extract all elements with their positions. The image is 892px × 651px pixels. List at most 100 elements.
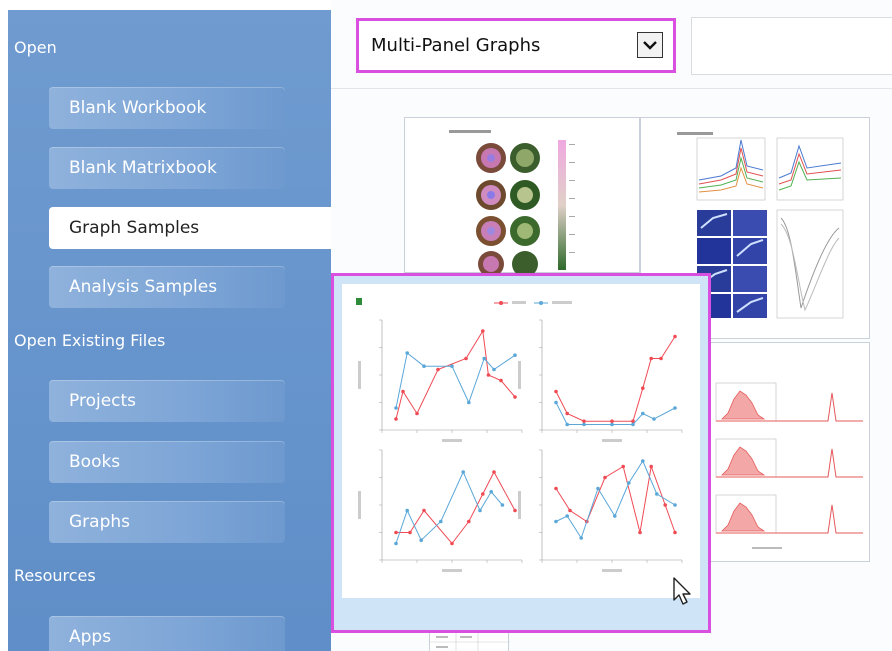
preview-legend-marker	[539, 301, 543, 305]
section-title-resources: Resources	[14, 566, 96, 585]
preview-series-marker	[610, 419, 614, 423]
preview-series-marker	[422, 364, 426, 368]
preview-series-marker	[554, 486, 558, 491]
preview-series-marker	[641, 459, 645, 463]
preview-series-line	[555, 459, 676, 540]
preview-series-marker	[641, 386, 645, 390]
preview-series-marker	[610, 422, 614, 427]
divider	[331, 88, 892, 89]
preview-series-marker	[394, 541, 398, 546]
preview-series-marker	[565, 514, 569, 518]
sample-thumbnail-polar[interactable]	[404, 117, 640, 277]
nav-graphs-button[interactable]: Graphs	[49, 501, 285, 543]
preview-ylabel-bar	[358, 491, 361, 519]
preview-series-marker	[461, 470, 465, 474]
preview-series-marker	[649, 464, 653, 469]
preview-series-marker	[482, 356, 486, 361]
preview-xlabel-bar	[602, 569, 622, 572]
preview-series-marker	[422, 508, 426, 513]
nav-analysis-samples-button[interactable]: Analysis Samples	[49, 266, 285, 308]
preview-series-marker	[641, 411, 645, 416]
preview-series-marker	[652, 417, 656, 421]
sample-preview-canvas	[342, 284, 700, 598]
preview-series-marker	[554, 389, 558, 394]
preview-series-marker	[450, 541, 454, 546]
preview-series-marker	[579, 536, 583, 540]
preview-series-marker	[513, 508, 517, 513]
preview-series-marker	[649, 356, 653, 361]
preview-series-line	[395, 352, 516, 409]
preview-series-marker	[568, 508, 572, 513]
preview-series-marker	[478, 508, 482, 513]
preview-series-marker	[408, 530, 412, 535]
preview-series-marker	[663, 503, 667, 507]
preview-series-marker	[627, 481, 631, 485]
preview-series-marker	[439, 519, 443, 524]
preview-marker-icon	[356, 298, 362, 305]
preview-series-marker	[492, 470, 496, 474]
section-title-open: Open	[14, 38, 57, 57]
sidebar: Open Blank Workbook Blank Matrixbook Gra…	[8, 10, 339, 651]
section-title-open-existing: Open Existing Files	[14, 331, 166, 350]
preview-series-marker	[659, 356, 663, 361]
preview-series-marker	[394, 530, 398, 535]
preview-series-marker	[415, 411, 419, 416]
preview-ylabel-bar	[518, 361, 521, 389]
preview-series-marker	[673, 406, 677, 410]
preview-series-marker	[638, 530, 642, 535]
preview-series-marker	[513, 395, 517, 399]
nav-blank-matrixbook-button[interactable]: Blank Matrixbook	[49, 147, 285, 189]
preview-series-marker	[467, 400, 471, 405]
preview-series-line	[555, 336, 676, 422]
preview-xlabel-bar	[442, 439, 462, 442]
table-thumbnail-image	[430, 633, 510, 651]
preview-series-marker	[405, 508, 409, 513]
category-dropdown[interactable]: Multi-Panel Graphs	[356, 18, 676, 73]
preview-series-marker	[554, 400, 558, 405]
preview-series-marker	[565, 411, 569, 416]
preview-series-marker	[621, 464, 625, 469]
preview-series-marker	[499, 378, 503, 383]
preview-ylabel-bar	[358, 361, 361, 389]
preview-legend-text-bar	[552, 301, 572, 304]
preview-series-marker	[467, 519, 471, 524]
preview-series-marker	[489, 490, 493, 494]
category-dropdown-value: Multi-Panel Graphs	[371, 35, 541, 56]
search-input[interactable]	[691, 17, 892, 75]
preview-xlabel-bar	[602, 439, 622, 442]
chevron-down-icon[interactable]	[637, 32, 663, 58]
nav-apps-button[interactable]: Apps	[49, 616, 285, 651]
preview-series-marker	[500, 503, 505, 507]
preview-legend-text-bar	[512, 301, 526, 304]
preview-series-marker	[565, 422, 569, 427]
preview-series-marker	[673, 334, 677, 339]
preview-series-marker	[481, 329, 485, 333]
preview-series-marker	[436, 367, 440, 372]
preview-series-marker	[394, 417, 398, 421]
polar-contour-thumbnail-image	[449, 130, 575, 277]
preview-ylabel-bar	[518, 491, 521, 519]
preview-series-marker	[394, 406, 398, 410]
preview-series-line	[555, 464, 676, 533]
preview-series-marker	[655, 492, 659, 496]
preview-series-marker	[450, 364, 454, 368]
preview-series-marker	[673, 530, 677, 535]
sample-preview-popup[interactable]	[331, 273, 711, 633]
preview-series-marker	[486, 373, 491, 377]
preview-series-marker	[596, 486, 600, 491]
preview-series-marker	[582, 422, 586, 427]
preview-series-marker	[492, 367, 496, 372]
preview-series-marker	[513, 353, 517, 357]
sample-thumbnail-table[interactable]	[429, 632, 510, 651]
mouse-cursor-icon	[673, 577, 691, 605]
nav-books-button[interactable]: Books	[49, 441, 285, 483]
preview-series-marker	[481, 492, 485, 496]
nav-projects-button[interactable]: Projects	[49, 380, 285, 422]
sample-thumbnail-histogram[interactable]	[707, 342, 870, 562]
nav-blank-workbook-button[interactable]: Blank Workbook	[49, 87, 285, 129]
nav-graph-samples-button[interactable]: Graph Samples	[49, 207, 339, 249]
preview-xlabel-bar	[442, 569, 462, 572]
preview-series-marker	[613, 514, 617, 518]
preview-series-marker	[603, 475, 607, 480]
multi-panel-preview-image	[356, 298, 683, 572]
